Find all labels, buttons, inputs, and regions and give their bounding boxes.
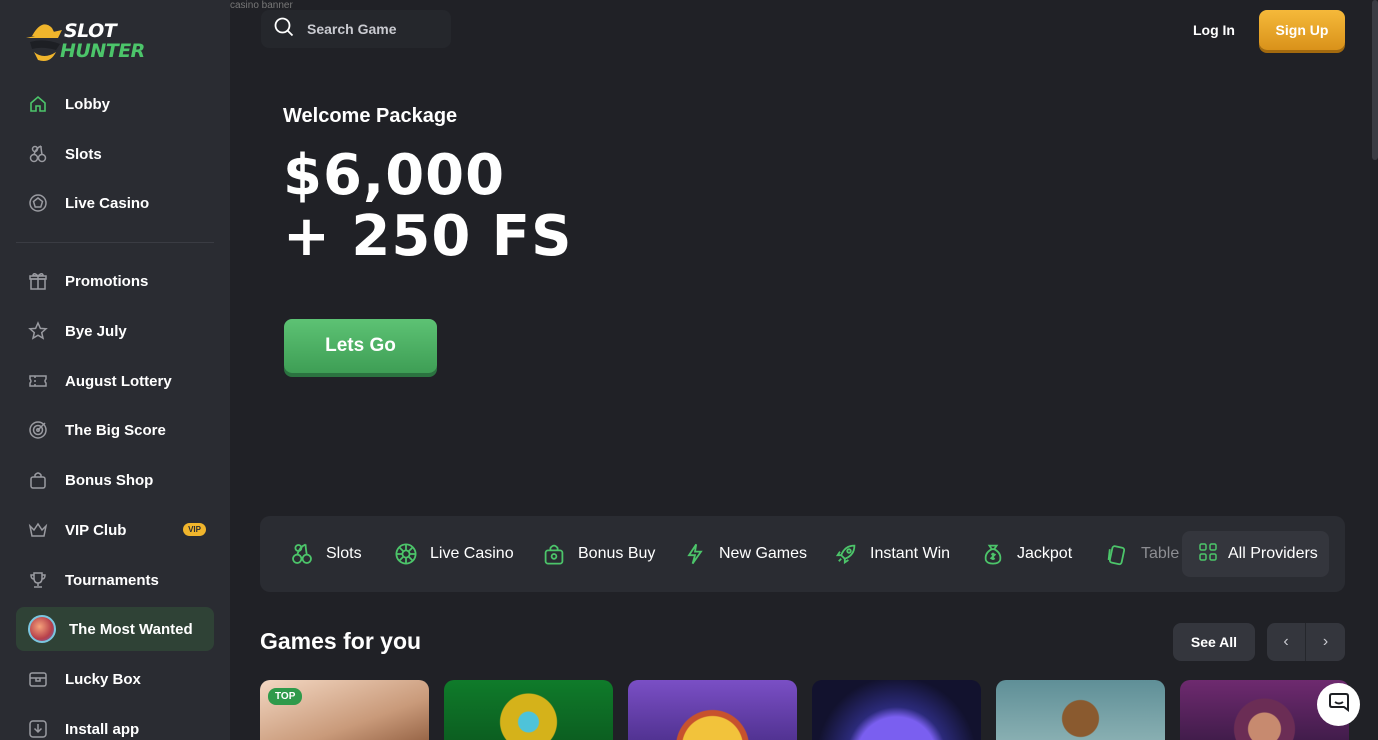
star-icon [27, 320, 49, 342]
sidebar-item-tournaments[interactable]: Tournaments [16, 558, 214, 602]
logo-word-slot: SLOT [64, 20, 117, 42]
roulette-icon [394, 542, 418, 566]
sidebar-item-vip-club[interactable]: VIP Club VIP [16, 508, 214, 552]
category-bar: Slots Live Casino Bonus Buy New Games In… [260, 516, 1345, 592]
sidebar-item-label: Live Casino [65, 194, 150, 212]
chevron-right-icon[interactable]: › [1306, 623, 1345, 661]
sidebar-item-bye-july[interactable]: Bye July [16, 309, 214, 353]
category-live-casino[interactable]: Live Casino [394, 516, 514, 592]
sidebar-item-live-casino[interactable]: Live Casino [16, 181, 214, 225]
sidebar-item-label: Bonus Shop [65, 471, 154, 489]
avatar [28, 615, 56, 643]
sidebar-item-slots[interactable]: Slots [16, 132, 214, 176]
sidebar-item-label: Slots [65, 145, 102, 163]
hero-free-spins: + 250 FS [283, 204, 573, 269]
sidebar-item-the-most-wanted[interactable]: The Most Wanted [16, 607, 214, 651]
category-new-games[interactable]: New Games [683, 516, 807, 592]
top-badge: TOP [268, 688, 303, 705]
search-box[interactable] [261, 10, 451, 48]
game-tile[interactable]: TOP [260, 680, 429, 740]
ticket-icon [27, 370, 49, 392]
sidebar-item-bonus-shop[interactable]: Bonus Shop [16, 458, 214, 502]
chat-icon [1328, 691, 1350, 718]
lets-go-button[interactable]: Lets Go [284, 319, 437, 373]
sidebar-item-the-big-score[interactable]: The Big Score [16, 408, 214, 452]
rocket-icon [834, 542, 858, 566]
carousel-arrows: ‹ › [1267, 623, 1345, 661]
sidebar-item-label: Lobby [65, 95, 110, 113]
all-providers-button[interactable]: All Providers [1182, 531, 1329, 577]
sidebar: SLOT HUNTER Lobby Slots Live Casino Prom… [0, 0, 230, 740]
home-icon [27, 93, 49, 115]
category-label: Instant Win [870, 545, 951, 562]
sidebar-item-august-lottery[interactable]: August Lottery [16, 359, 214, 403]
sidebar-item-label: The Big Score [65, 421, 166, 439]
category-label: New Games [719, 545, 808, 562]
category-label: Slots [326, 545, 362, 562]
category-label: Bonus Buy [578, 545, 656, 562]
login-button[interactable]: Log In [1180, 12, 1248, 48]
hero-subtitle: Welcome Package [283, 105, 458, 127]
sidebar-item-label: VIP Club [65, 521, 127, 539]
sidebar-item-label: Install app [65, 720, 140, 738]
download-icon [27, 718, 49, 740]
category-bonus-buy[interactable]: Bonus Buy [542, 516, 655, 592]
chat-support-button[interactable] [1317, 683, 1360, 726]
sidebar-item-lucky-box[interactable]: Lucky Box [16, 657, 214, 701]
vip-badge: VIP [183, 523, 206, 536]
sidebar-item-promotions[interactable]: Promotions [16, 259, 214, 303]
category-label: Live Casino [430, 545, 514, 562]
games-section-title: Games for you [260, 628, 422, 654]
lightning-icon [683, 542, 707, 566]
roulette-icon [27, 192, 49, 214]
category-jackpot[interactable]: Jackpot [981, 516, 1072, 592]
box-icon [27, 668, 49, 690]
slot-hunter-logo[interactable]: SLOT HUNTER [22, 16, 145, 66]
category-slots[interactable]: Slots [290, 516, 362, 592]
category-label: Jackpot [1017, 545, 1073, 562]
gift-icon [27, 270, 49, 292]
sidebar-item-label: The Most Wanted [69, 620, 193, 638]
target-icon [27, 419, 49, 441]
category-instant-win[interactable]: Instant Win [834, 516, 950, 592]
search-input[interactable] [307, 21, 437, 37]
money-bag-icon [981, 542, 1005, 566]
see-all-button[interactable]: See All [1173, 623, 1255, 661]
category-label: Table [1141, 545, 1180, 562]
trophy-icon [27, 569, 49, 591]
broken-banner-image: casino banner [230, 0, 293, 10]
category-table[interactable]: Table [1105, 516, 1179, 592]
sidebar-item-label: August Lottery [65, 372, 172, 390]
shopping-bag-icon [542, 542, 566, 566]
cherries-icon [290, 542, 314, 566]
crown-icon [27, 519, 49, 541]
game-tile[interactable] [996, 680, 1165, 740]
cherries-icon [27, 143, 49, 165]
game-tile[interactable] [812, 680, 981, 740]
page-scrollbar[interactable] [1372, 0, 1378, 160]
shopping-bag-icon [27, 469, 49, 491]
sidebar-item-label: Bye July [65, 322, 127, 340]
sidebar-item-install-app[interactable]: Install app [16, 707, 214, 740]
signup-button[interactable]: Sign Up [1259, 10, 1345, 50]
search-icon [273, 16, 295, 43]
grid-icon [1198, 542, 1218, 567]
sidebar-item-label: Tournaments [65, 571, 159, 589]
sidebar-item-label: Lucky Box [65, 670, 141, 688]
sidebar-item-lobby[interactable]: Lobby [16, 82, 214, 126]
chevron-left-icon[interactable]: ‹ [1267, 623, 1306, 661]
cards-icon [1105, 542, 1129, 566]
game-tile[interactable] [628, 680, 797, 740]
sidebar-divider [16, 242, 214, 243]
sidebar-item-label: Promotions [65, 272, 149, 290]
all-providers-label: All Providers [1228, 545, 1318, 562]
logo-word-hunter: HUNTER [60, 40, 145, 62]
hero-amount: $6,000 [283, 143, 506, 208]
game-tile[interactable] [444, 680, 613, 740]
